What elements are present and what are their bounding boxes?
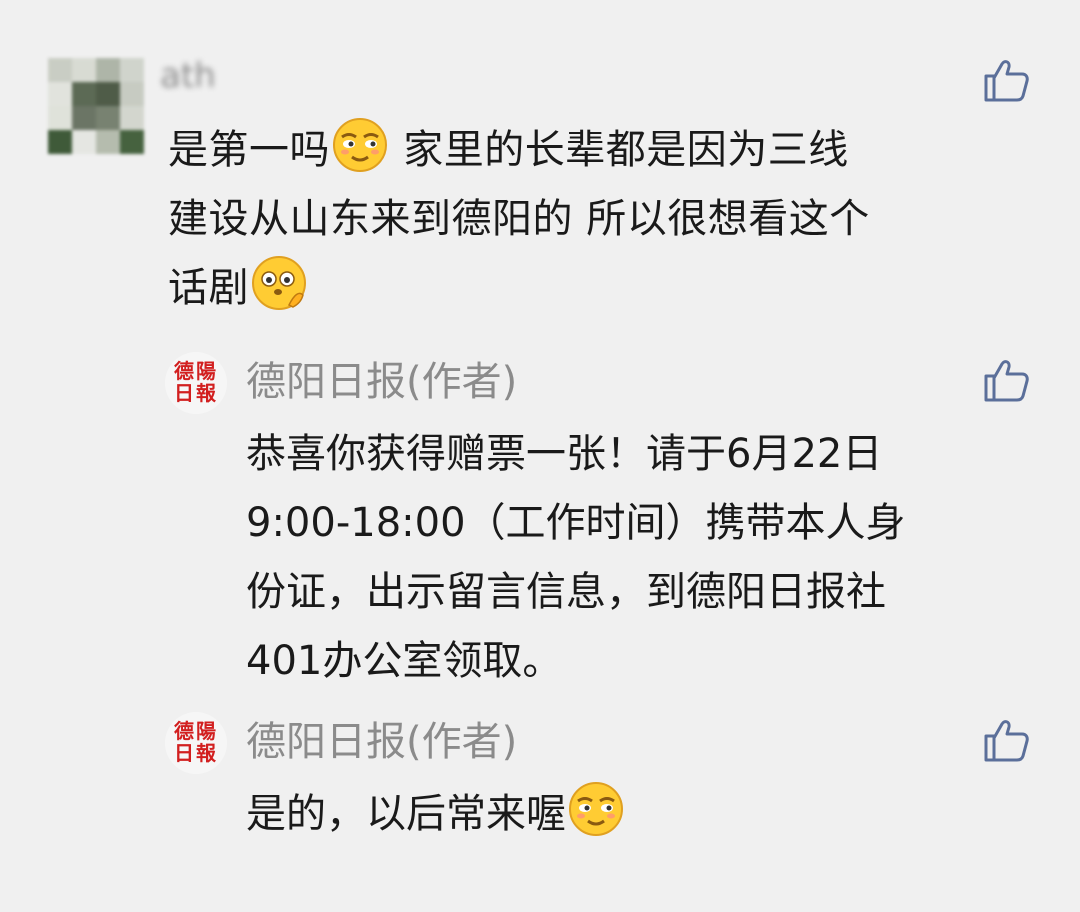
comment-line-text: 家里的长辈都是因为三线 xyxy=(390,127,849,173)
avatar[interactable] xyxy=(48,58,144,154)
logo-text: 日報 xyxy=(174,741,218,765)
reply-line: 恭喜你获得赠票一张！请于6月22日 xyxy=(246,431,883,477)
user-name[interactable]: ath xyxy=(160,56,270,96)
peek-emoji-icon xyxy=(252,256,306,310)
reply-line: 9:00-18:00（工作时间）携带本人身 xyxy=(246,500,906,546)
reply-line-text: 是的，以后常来喔 xyxy=(246,791,566,837)
author-name[interactable]: 德阳日报(作者) xyxy=(246,717,517,767)
comment-line-text: 话剧 xyxy=(168,265,249,311)
reply-text: 是的，以后常来喔 xyxy=(246,780,1046,849)
reply-text: 恭喜你获得赠票一张！请于6月22日 9:00-18:00（工作时间）携带本人身 … xyxy=(246,420,1046,696)
reply-line: 401办公室领取。 xyxy=(246,638,563,684)
author-logo[interactable]: 德陽 日報 xyxy=(165,352,227,414)
comment-line: 建设从山东来到德阳的 所以很想看这个 xyxy=(168,185,1048,254)
logo-text: 德陽 xyxy=(174,359,218,383)
smirk-emoji-icon xyxy=(333,118,387,172)
thumbs-up-icon[interactable] xyxy=(982,56,1030,104)
reply-line: 份证，出示留言信息，到德阳日报社 xyxy=(246,569,886,615)
smirk-emoji-icon xyxy=(569,782,623,836)
comment-line: 话剧 xyxy=(168,254,1048,323)
comment-line: 是第一吗 家里的长辈都是因为三线 xyxy=(168,116,1048,185)
comment-line-text: 是第一吗 xyxy=(168,127,330,173)
author-logo[interactable]: 德陽 日報 xyxy=(165,712,227,774)
logo-text: 日報 xyxy=(174,381,218,405)
logo-text: 德陽 xyxy=(174,719,218,743)
thumbs-up-icon[interactable] xyxy=(982,356,1030,404)
comment-line-text: 建设从山东来到德阳的 所以很想看这个 xyxy=(168,196,870,242)
comment-text: 是第一吗 家里的长辈都是因为三线 建设从山东来到德阳的 所以很想看这个 话剧 xyxy=(168,116,1048,323)
reply-line: 是的，以后常来喔 xyxy=(246,780,1046,849)
author-name[interactable]: 德阳日报(作者) xyxy=(246,357,517,407)
thumbs-up-icon[interactable] xyxy=(982,716,1030,764)
